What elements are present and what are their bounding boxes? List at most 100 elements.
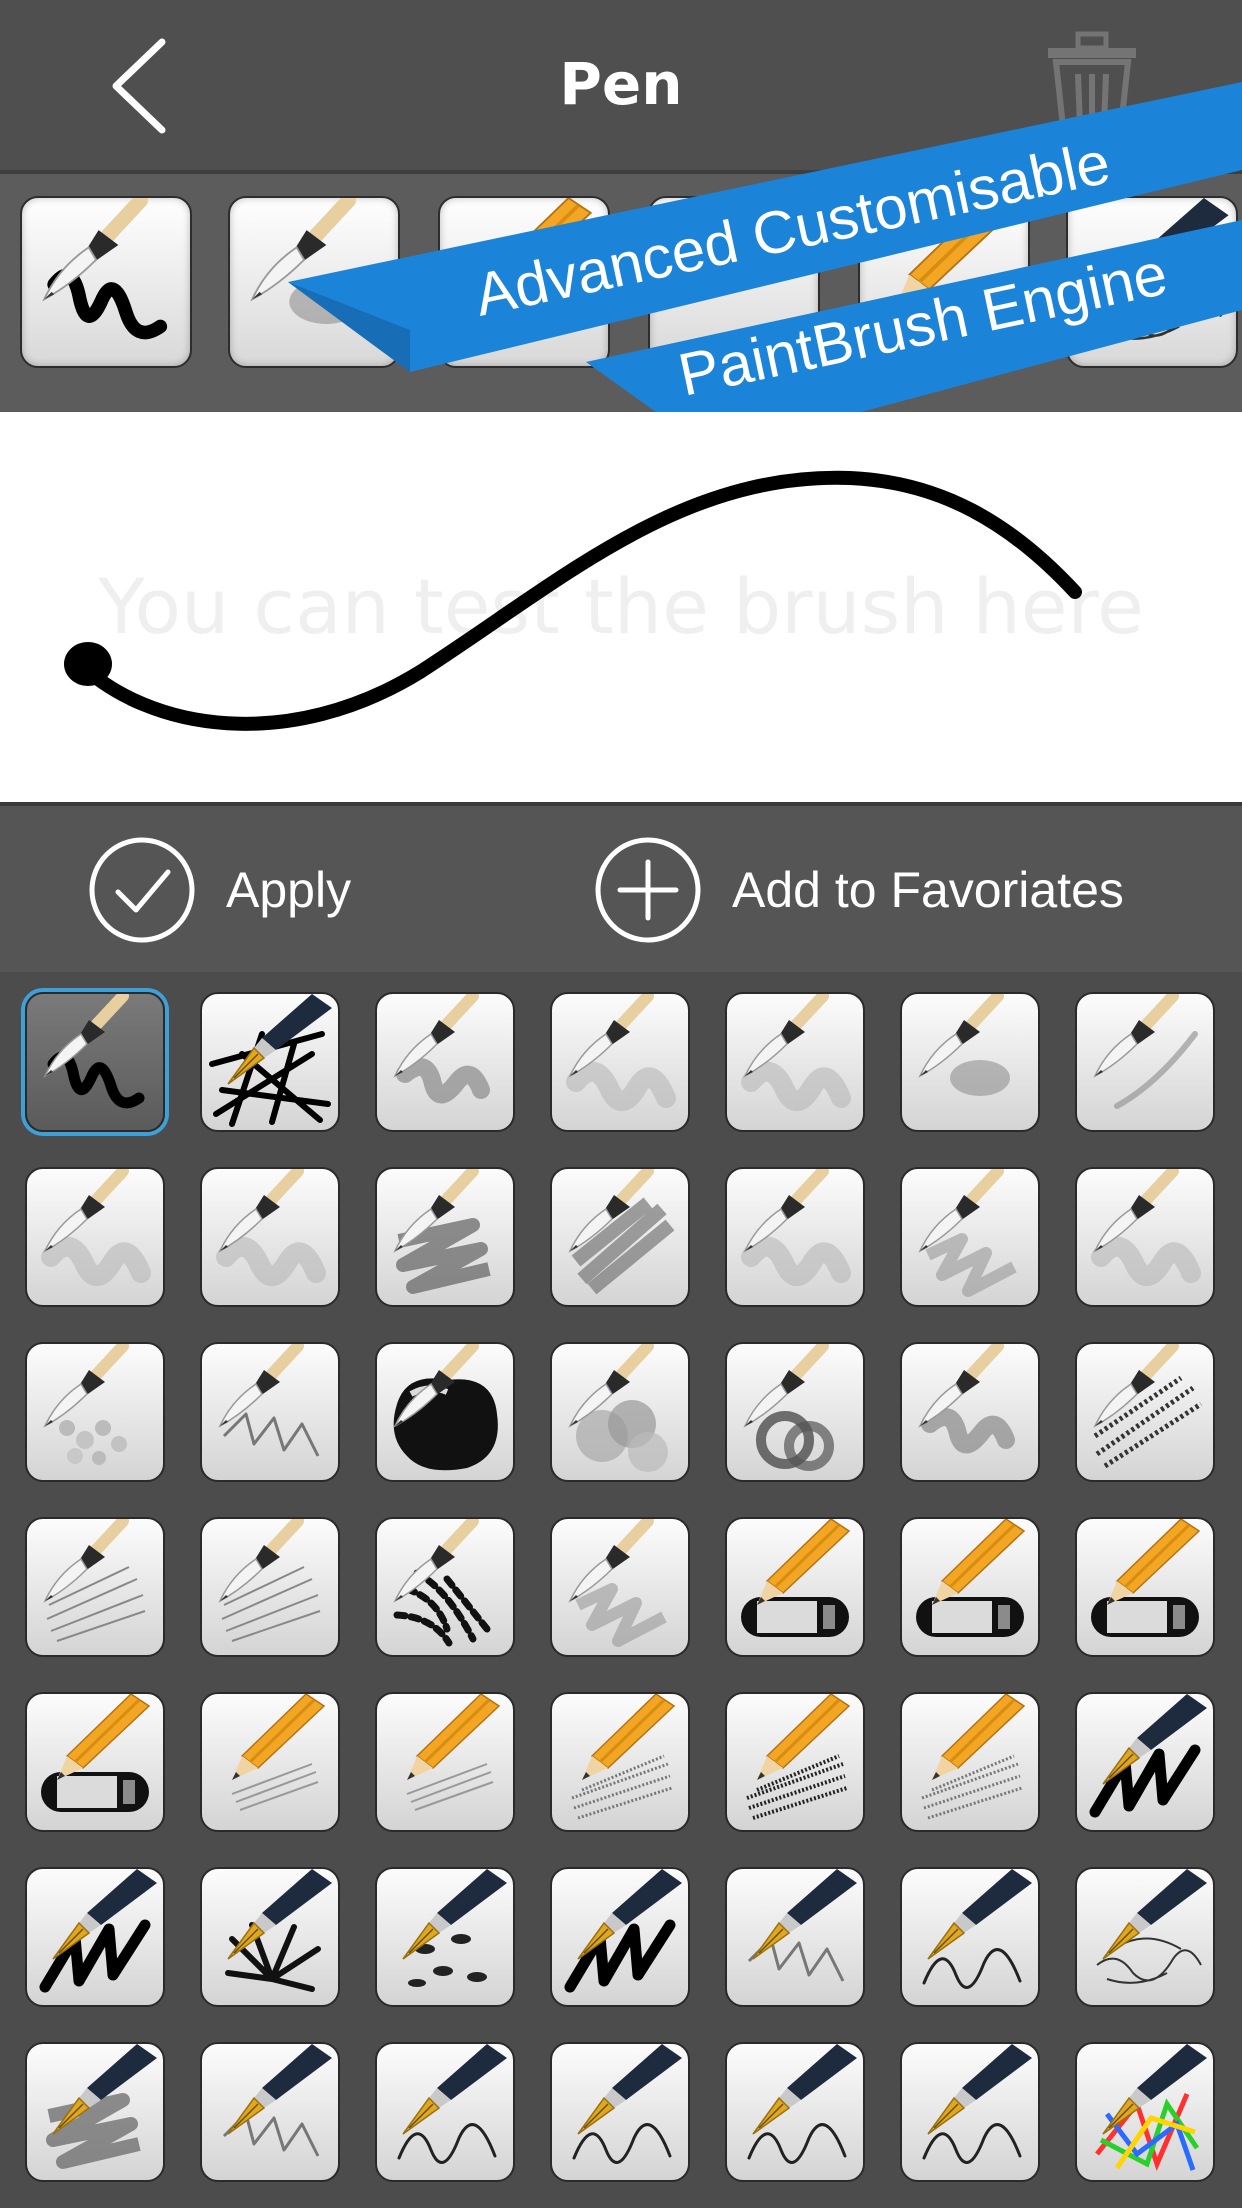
brush-preview-icon [741,1519,851,1637]
brush-tile[interactable] [550,1517,690,1657]
brush-tile[interactable] [375,1692,515,1832]
brush-tile[interactable] [550,1692,690,1832]
brush-preview-icon [922,2044,1032,2164]
brush-preview-icon [571,1694,676,1820]
favorite-brush-tile[interactable] [1066,196,1238,368]
brush-preview-icon [1095,2044,1207,2172]
brush-tile[interactable] [25,1692,165,1832]
brush-tile[interactable] [1075,1342,1215,1482]
favorite-brush-tile[interactable] [20,196,192,368]
brush-tile[interactable] [375,1867,515,2007]
brush-preview-icon [42,198,168,340]
brush-tile[interactable] [200,1692,340,1832]
add-to-favorites-button[interactable]: Add to Favoriates [594,832,1124,948]
brush-tile[interactable] [900,1867,1040,2007]
brush-tile[interactable] [200,1167,340,1307]
brush-tile[interactable] [725,1167,865,1307]
brush-tile[interactable] [375,2042,515,2182]
brush-preview-icon [1091,1169,1201,1286]
brush-tile[interactable] [25,1167,165,1307]
brush-tile[interactable] [725,1517,865,1657]
brush-preview-icon [43,1344,129,1465]
brush-preview-icon [741,1169,851,1286]
brush-preview-icon [39,1869,157,1993]
brush-preview-icon [566,994,676,1111]
brush-tile[interactable] [375,1167,515,1307]
brush-tile[interactable] [375,1517,515,1657]
brush-preview-icon [43,994,145,1109]
brush-tile[interactable] [200,992,340,1132]
favorite-brush-tile[interactable] [648,196,820,368]
brush-tile[interactable] [1075,1692,1215,1832]
brush-tile[interactable] [725,1342,865,1482]
brush-preview-icon [231,1694,326,1811]
brush-tile[interactable] [550,1167,690,1307]
brush-preview-icon [218,1344,320,1457]
brush-preview-icon [209,994,332,1127]
brush-tile[interactable] [900,1342,1040,1482]
brush-tile[interactable] [25,992,165,1132]
brush-preview-icon [918,1344,1015,1454]
brush-tile[interactable] [900,992,1040,1132]
brush-preview-icon [897,198,1013,305]
brush-tile[interactable] [550,992,690,1132]
brush-tile[interactable] [550,2042,690,2182]
brush-preview-icon [568,1344,668,1472]
brush-tile[interactable] [375,1342,515,1482]
brush-preview-icon [568,1169,675,1295]
brush-tile[interactable] [900,2042,1040,2182]
brush-preview-icon [568,1519,667,1647]
brush-tile[interactable] [200,1867,340,2007]
brush-tile[interactable] [25,1517,165,1657]
brush-tile[interactable] [550,1867,690,2007]
brush-tile[interactable] [200,2042,340,2182]
brush-tile[interactable] [725,1867,865,2007]
brush-tile[interactable] [25,1867,165,2007]
brush-tile[interactable] [725,2042,865,2182]
brush-tile[interactable] [900,1167,1040,1307]
brush-preview-icon [406,1694,501,1811]
brush-tile[interactable] [725,992,865,1132]
brush-tile[interactable] [1075,1517,1215,1657]
brush-preview-icon [250,198,364,324]
brush-preview-icon [393,1169,491,1294]
brush-preview-icon [225,1869,332,1992]
trash-icon[interactable] [1042,30,1142,140]
brush-preview-icon [402,1869,507,1987]
favorite-brush-tile[interactable] [228,196,400,368]
brush-tile[interactable] [1075,1167,1215,1307]
brush-preview-icon [1093,994,1198,1109]
test-stroke [64,470,1082,731]
top-bar: Pen [0,0,1242,170]
brush-preview-icon [1091,1519,1201,1637]
brush-preview-icon [746,1694,851,1820]
brush-tile[interactable] [900,1692,1040,1832]
brush-tile[interactable] [900,1517,1040,1657]
brush-preview-icon [918,1169,1017,1297]
brush-tile[interactable] [200,1517,340,1657]
brush-preview-icon [1096,1869,1207,1984]
test-canvas[interactable]: You can test the brush here [0,412,1242,802]
brush-tile[interactable] [725,1692,865,1832]
brush-tile[interactable] [25,1342,165,1482]
favorites-strip [0,170,1242,416]
brush-tile[interactable] [1075,992,1215,1132]
brush-preview-icon [572,2044,682,2164]
brush-preview-icon [916,1519,1026,1637]
brush-preview-icon [1093,1344,1203,1469]
brush-tile[interactable] [550,1342,690,1482]
brush-tile[interactable] [200,1342,340,1482]
brush-preview-icon [747,2044,857,2164]
favorite-brush-tile[interactable] [858,196,1030,368]
brush-preview-icon [218,1519,321,1642]
apply-button[interactable]: Apply [88,832,351,948]
brush-tile[interactable] [1075,1867,1215,2007]
brush-grid [0,972,1242,2208]
brush-tile[interactable] [1075,2042,1215,2182]
brush-tile[interactable] [375,992,515,1132]
favorite-brush-tile[interactable] [438,196,610,368]
brush-preview-icon [1089,1694,1207,1818]
brush-tile[interactable] [25,2042,165,2182]
brush-preview-icon [41,1694,151,1812]
apply-label: Apply [226,862,352,918]
